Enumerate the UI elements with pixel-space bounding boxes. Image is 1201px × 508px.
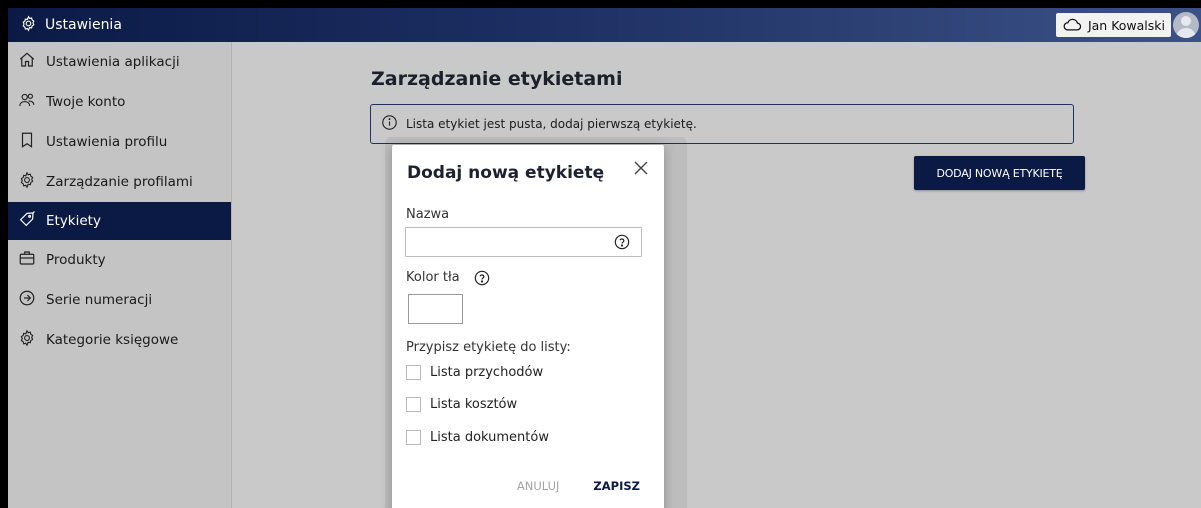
info-icon [381, 114, 398, 134]
sidebar-item-label: Ustawienia aplikacji [46, 54, 180, 70]
top-bar: Ustawienia Jan Kowalski [8, 8, 1201, 42]
checkbox-documents-list[interactable]: Lista dokumentów [406, 430, 549, 445]
dialog-actions: ANULUJ ZAPISZ [517, 479, 640, 493]
cancel-button[interactable]: ANULUJ [517, 479, 560, 493]
cloud-icon [1062, 16, 1082, 35]
sidebar-item-app-settings[interactable]: Ustawienia aplikacji [8, 42, 231, 82]
briefcase-icon [18, 249, 36, 271]
main-content: Zarządzanie etykietami Lista etykiet jes… [233, 42, 1201, 508]
dialog-title: Dodaj nową etykietę [407, 163, 605, 183]
sidebar-item-label: Produkty [46, 252, 106, 268]
tag-icon [18, 210, 36, 232]
save-button[interactable]: ZAPISZ [593, 479, 640, 493]
user-menu-button[interactable]: Jan Kowalski [1055, 13, 1171, 37]
checkbox-income-list[interactable]: Lista przychodów [406, 365, 543, 380]
checkbox[interactable] [406, 397, 421, 412]
sidebar-item-label: Ustawienia profilu [46, 134, 168, 150]
help-icon[interactable] [614, 234, 630, 250]
page-title: Zarządzanie etykietami [371, 68, 623, 90]
add-label-dialog: Dodaj nową etykietę Nazwa Kolor tła Przy… [392, 145, 664, 508]
assign-lists-label: Przypisz etykietę do listy: [406, 340, 571, 355]
sidebar-item-label: Twoje konto [46, 94, 126, 110]
sidebar: Ustawienia aplikacji Twoje konto Ustawie… [8, 42, 232, 508]
checkbox[interactable] [406, 365, 421, 380]
sidebar-item-label: Serie numeracji [46, 292, 153, 308]
sidebar-item-your-account[interactable]: Twoje konto [8, 82, 231, 122]
arrow-circle-icon [18, 289, 36, 311]
app-window: Ustawienia Jan Kowalski Ustawienia aplik… [8, 8, 1201, 508]
gear-icon [18, 329, 36, 351]
name-label: Nazwa [406, 207, 450, 222]
add-label-button[interactable]: DODAJ NOWĄ ETYKIETĘ [914, 156, 1085, 190]
checkbox-costs-list[interactable]: Lista kosztów [406, 397, 517, 412]
user-name: Jan Kowalski [1087, 17, 1165, 33]
sidebar-item-products[interactable]: Produkty [8, 240, 231, 280]
checkbox-label: Lista przychodów [430, 365, 544, 380]
sidebar-item-profile-management[interactable]: Zarządzanie profilami [8, 162, 231, 202]
home-icon [18, 51, 36, 73]
info-text: Lista etykiet jest pusta, dodaj pierwszą… [406, 117, 697, 131]
name-input[interactable] [405, 227, 642, 257]
gear-icon [18, 171, 36, 193]
gear-icon [20, 15, 37, 36]
sidebar-item-label: Etykiety [46, 213, 101, 229]
sidebar-item-label: Kategorie księgowe [46, 332, 179, 348]
sidebar-item-accounting-categories[interactable]: Kategorie księgowe [8, 320, 231, 360]
users-icon [18, 91, 36, 113]
avatar[interactable] [1173, 12, 1199, 38]
background-color-picker[interactable] [408, 294, 463, 324]
sidebar-item-profile-settings[interactable]: Ustawienia profilu [8, 122, 231, 162]
bookmark-icon [18, 131, 36, 153]
checkbox[interactable] [406, 430, 421, 445]
sidebar-item-label: Zarządzanie profilami [46, 174, 193, 190]
checkbox-label: Lista dokumentów [430, 430, 549, 445]
close-icon[interactable] [632, 159, 650, 177]
app-title-text: Ustawienia [45, 17, 122, 33]
app-title: Ustawienia [20, 8, 122, 42]
checkbox-label: Lista kosztów [430, 397, 518, 412]
color-label: Kolor tła [406, 270, 460, 285]
help-icon[interactable] [474, 270, 490, 286]
sidebar-item-labels[interactable]: Etykiety [8, 202, 231, 240]
sidebar-item-numbering-series[interactable]: Serie numeracji [8, 280, 231, 320]
